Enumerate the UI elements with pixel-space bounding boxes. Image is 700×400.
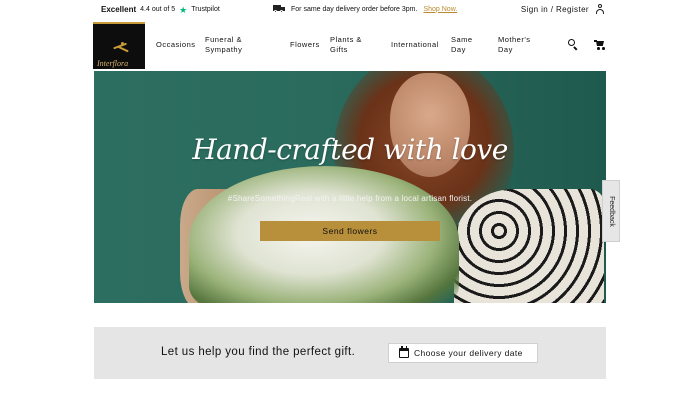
logo-text: Interflora: [97, 59, 129, 68]
trustpilot-brand: Trustpilot: [191, 6, 220, 13]
feedback-tab[interactable]: Feedback: [602, 180, 620, 242]
nav-item-same-day[interactable]: Same Day: [451, 35, 473, 55]
delivery-message: For same day delivery order before 3pm. …: [273, 5, 457, 13]
delivery-text: For same day delivery order before 3pm.: [291, 5, 418, 13]
nav-item-flowers[interactable]: Flowers: [290, 40, 320, 50]
choose-delivery-date-label: Choose your delivery date: [414, 348, 523, 358]
interflora-logo[interactable]: Interflora: [93, 22, 145, 69]
hero-title: Hand-crafted with love: [192, 133, 508, 166]
top-bar: Excellent 4.4 out of 5 ★ Trustpilot For …: [81, 0, 619, 19]
search-icon[interactable]: [568, 39, 578, 51]
logo-mark-icon: [113, 41, 131, 53]
nav-item-international[interactable]: International: [391, 40, 439, 50]
trustpilot-excellent: Excellent: [101, 5, 137, 14]
choose-delivery-date-button[interactable]: Choose your delivery date: [388, 343, 538, 363]
nav-item-plants-gifts[interactable]: Plants & Gifts: [330, 35, 362, 55]
nav-item-occasions[interactable]: Occasions: [156, 40, 196, 50]
truck-icon: [273, 5, 285, 13]
shop-now-link[interactable]: Shop Now.: [423, 6, 457, 13]
trustpilot-rating[interactable]: Excellent 4.4 out of 5 ★ Trustpilot: [101, 5, 220, 14]
hero-banner: Hand-crafted with love #ShareSomethingRe…: [94, 71, 606, 303]
hero-subtitle: #ShareSomethingReal with a little help f…: [227, 194, 473, 203]
star-icon: ★: [179, 4, 188, 15]
hero-photo-top: [454, 189, 604, 303]
user-icon: [595, 4, 605, 14]
main-navigation: Interflora Occasions Funeral & Sympathy …: [81, 19, 619, 71]
trustpilot-score: 4.4 out of 5: [140, 6, 176, 13]
nav-icons: [568, 39, 605, 51]
nav-item-mothers-day[interactable]: Mother's Day: [498, 35, 531, 55]
calendar-icon: [399, 346, 409, 358]
cart-icon[interactable]: [594, 39, 605, 50]
sign-in-register-link[interactable]: Sign in / Register: [521, 4, 605, 14]
gift-finder-panel: Let us help you find the perfect gift. C…: [94, 327, 606, 379]
nav-item-funeral-sympathy[interactable]: Funeral & Sympathy: [205, 35, 242, 55]
sign-in-label: Sign in / Register: [520, 4, 589, 14]
send-flowers-button[interactable]: Send flowers: [260, 221, 440, 241]
gift-finder-text: Let us help you find the perfect gift.: [161, 346, 356, 358]
feedback-label: Feedback: [607, 195, 615, 227]
